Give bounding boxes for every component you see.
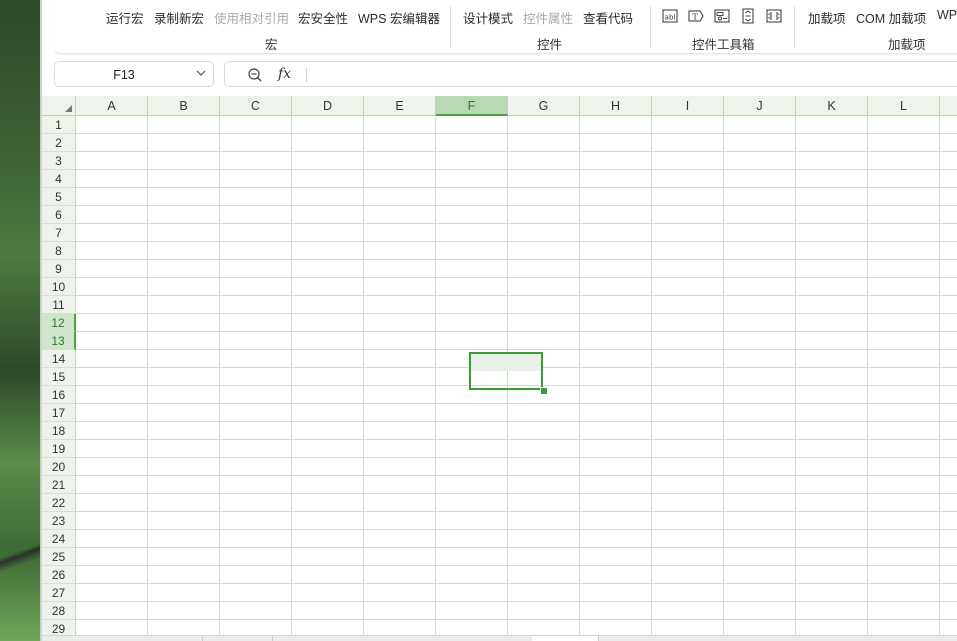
sheet-tab-bar <box>42 635 957 641</box>
row-header-18[interactable]: 18 <box>42 422 76 440</box>
row-header-17[interactable]: 17 <box>42 404 76 422</box>
macro-security-button[interactable]: 宏安全性 <box>298 8 348 27</box>
spreadsheet-grid: ABCDEFGHIJKL 1 2 3 4 5 6 7 8 9 10 11 12 13 14 15 16 17 18… <box>42 96 957 641</box>
group-divider <box>450 6 451 48</box>
row-header-7[interactable]: 7 <box>42 224 76 242</box>
column-header-h[interactable]: H <box>580 96 652 116</box>
row-header-1[interactable]: 1 <box>42 116 76 134</box>
svg-text:T: T <box>692 13 698 22</box>
column-header-f[interactable]: F <box>436 96 508 116</box>
sheet-tab-segment[interactable] <box>272 636 533 641</box>
cell-area[interactable] <box>76 116 957 641</box>
spreadsheet-window: 运行宏 录制新宏 使用相对引用 宏安全性 WPS 宏编辑器 宏 设计模式 控件属… <box>42 0 957 641</box>
row-header-2[interactable]: 2 <box>42 134 76 152</box>
column-header-b[interactable]: B <box>148 96 220 116</box>
sheet-tab-segment[interactable] <box>532 636 599 641</box>
ribbon-developer-tab: 运行宏 录制新宏 使用相对引用 宏安全性 WPS 宏编辑器 宏 设计模式 控件属… <box>54 0 957 54</box>
wps-addins-button[interactable]: WP <box>937 8 957 22</box>
row-header-8[interactable]: 8 <box>42 242 76 260</box>
desktop-background <box>0 0 42 641</box>
column-header-j[interactable]: J <box>724 96 796 116</box>
fill-handle[interactable] <box>540 387 548 395</box>
column-header-e[interactable]: E <box>364 96 436 116</box>
run-macro-button[interactable]: 运行宏 <box>106 8 144 27</box>
zoom-out-icon[interactable] <box>247 67 263 83</box>
sheet-tab-segment[interactable] <box>42 636 203 641</box>
row-header-3[interactable]: 3 <box>42 152 76 170</box>
row-header-20[interactable]: 20 <box>42 458 76 476</box>
wps-macro-editor-button[interactable]: WPS 宏编辑器 <box>358 8 440 27</box>
sheet-tab-segment[interactable] <box>202 636 273 641</box>
formula-input[interactable] <box>315 64 939 86</box>
row-header-16[interactable]: 16 <box>42 386 76 404</box>
control-properties-button[interactable]: 控件属性 <box>523 8 573 27</box>
row-header-22[interactable]: 22 <box>42 494 76 512</box>
record-macro-button[interactable]: 录制新宏 <box>154 8 204 27</box>
row-header-5[interactable]: 5 <box>42 188 76 206</box>
select-all-button[interactable] <box>42 96 76 116</box>
group-divider <box>794 6 795 48</box>
row-header-24[interactable]: 24 <box>42 530 76 548</box>
select-all-triangle-icon <box>65 105 72 112</box>
spin-button-icon[interactable] <box>740 8 756 24</box>
column-header-partial[interactable] <box>940 96 957 116</box>
svg-text:abl: abl <box>665 14 676 22</box>
column-header-a[interactable]: A <box>76 96 148 116</box>
name-box[interactable]: F13 <box>54 61 214 87</box>
column-header-g[interactable]: G <box>508 96 580 116</box>
row-header-21[interactable]: 21 <box>42 476 76 494</box>
column-header-i[interactable]: I <box>652 96 724 116</box>
row-header-6[interactable]: 6 <box>42 206 76 224</box>
row-header-28[interactable]: 28 <box>42 602 76 620</box>
addins-button[interactable]: 加载项 <box>808 8 846 27</box>
row-header-26[interactable]: 26 <box>42 566 76 584</box>
row-header-12[interactable]: 12 <box>42 314 76 332</box>
row-header-19[interactable]: 19 <box>42 440 76 458</box>
formula-box: fx <box>224 61 957 87</box>
selection-fill <box>470 353 542 371</box>
row-header-4[interactable]: 4 <box>42 170 76 188</box>
row-header-14[interactable]: 14 <box>42 350 76 368</box>
column-header-d[interactable]: D <box>292 96 364 116</box>
group-label-controls: 控件 <box>537 38 563 52</box>
fx-button[interactable]: fx <box>278 66 291 82</box>
column-header-c[interactable]: C <box>220 96 292 116</box>
group-label-macro: 宏 <box>265 38 278 52</box>
row-header-15[interactable]: 15 <box>42 368 76 386</box>
row-header-10[interactable]: 10 <box>42 278 76 296</box>
row-header-27[interactable]: 27 <box>42 584 76 602</box>
group-divider <box>650 6 651 48</box>
design-mode-button[interactable]: 设计模式 <box>463 8 513 27</box>
com-addins-button[interactable]: COM 加载项 <box>856 8 926 27</box>
chevron-down-icon[interactable] <box>195 67 207 79</box>
group-label-addins: 加载项 <box>888 38 926 52</box>
column-header-l[interactable]: L <box>868 96 940 116</box>
textbox-icon[interactable]: abl <box>662 8 678 24</box>
row-header-13[interactable]: 13 <box>42 332 76 350</box>
formula-divider <box>306 68 307 82</box>
combobox-icon[interactable] <box>714 8 730 24</box>
view-code-button[interactable]: 查看代码 <box>583 8 633 27</box>
column-header-k[interactable]: K <box>796 96 868 116</box>
row-header-23[interactable]: 23 <box>42 512 76 530</box>
label-icon[interactable]: T <box>688 8 704 24</box>
group-label-control-toolbox: 控件工具箱 <box>692 38 755 52</box>
row-header-9[interactable]: 9 <box>42 260 76 278</box>
scrollbar-icon[interactable] <box>766 8 782 24</box>
row-header-11[interactable]: 11 <box>42 296 76 314</box>
formula-bar: F13 fx <box>42 58 957 90</box>
relative-reference-button[interactable]: 使用相对引用 <box>214 8 289 27</box>
row-header-25[interactable]: 25 <box>42 548 76 566</box>
name-box-value: F13 <box>113 68 135 82</box>
